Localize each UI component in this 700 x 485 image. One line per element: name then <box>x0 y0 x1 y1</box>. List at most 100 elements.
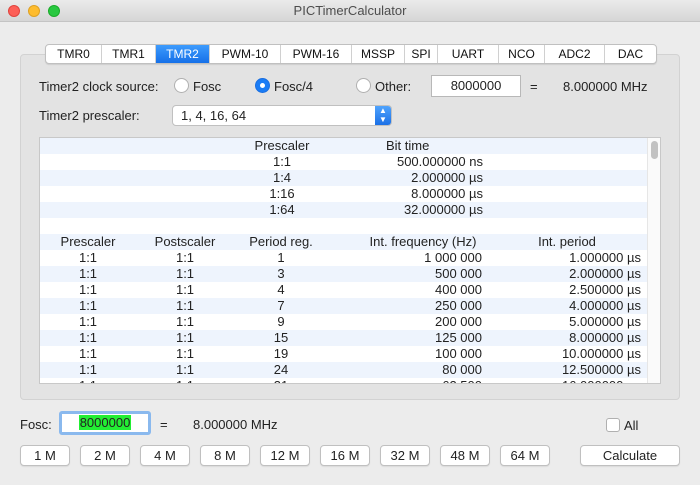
table-cell: 62 500 <box>442 378 482 383</box>
column-header: Postscaler <box>154 234 216 249</box>
table-cell: 1:1 <box>176 378 194 383</box>
table-cell: 1:1 <box>78 362 98 377</box>
table-cell: 12.500000 µs <box>561 362 641 377</box>
radio-other-label: Other: <box>375 79 412 94</box>
fosc-label: Fosc: <box>20 417 52 432</box>
table-cell: 19 <box>273 346 289 361</box>
fosc-input[interactable]: 8000000 <box>59 411 151 435</box>
tab-mssp[interactable]: MSSP <box>352 45 405 63</box>
table-row <box>40 218 648 234</box>
preset-button-16m[interactable]: 16 M <box>320 445 370 466</box>
table-cell: 3 <box>277 266 285 281</box>
table-cell: 1 000 000 <box>424 250 482 265</box>
table-cell: 1:1 <box>175 282 195 297</box>
preset-button-2m[interactable]: 2 M <box>80 445 130 466</box>
table-cell: 1.000000 µs <box>569 250 641 265</box>
table-cell: 1:1 <box>175 250 195 265</box>
table-cell: 4.000000 µs <box>569 298 641 313</box>
prescaler-label: Timer2 prescaler: <box>39 108 140 123</box>
tab-pwm-10[interactable]: PWM-10 <box>210 45 281 63</box>
table-row: 1:1 1:1 7 250 000 4.000000 µs <box>40 298 648 314</box>
tab-spi[interactable]: SPI <box>405 45 438 63</box>
fosc-value: 8000000 <box>78 415 132 430</box>
table-row: 1:1 1:1 1 1 000 000 1.000000 µs <box>40 250 648 266</box>
close-icon[interactable] <box>8 5 20 17</box>
table-cell: 16.000000 µs <box>562 378 641 383</box>
table-row: 1:1 1:1 15 125 000 8.000000 µs <box>40 330 648 346</box>
preset-button-8m[interactable]: 8 M <box>200 445 250 466</box>
table-cell: 1:1 <box>78 250 98 265</box>
table-cell: 5.000000 µs <box>569 314 641 329</box>
radio-other[interactable] <box>356 78 371 93</box>
table-row: 1:1 1:1 19 100 000 10.000000 µs <box>40 346 648 362</box>
preset-button-32m[interactable]: 32 M <box>380 445 430 466</box>
cell-bit-time: 2.000000 µs <box>411 170 483 185</box>
tab-tmr2[interactable]: TMR2 <box>156 45 210 63</box>
table-cell: 31 <box>274 378 288 383</box>
tab-dac[interactable]: DAC <box>605 45 656 63</box>
fosc-result: 8.000000 MHz <box>193 417 278 432</box>
tab-tmr0[interactable]: TMR0 <box>46 45 102 63</box>
preset-button-64m[interactable]: 64 M <box>500 445 550 466</box>
table-row: 1:4 2.000000 µs <box>40 170 648 186</box>
table-cell: 1:1 <box>78 314 98 329</box>
prescaler-value: 1, 4, 16, 64 <box>181 108 247 123</box>
table-cell: 80 000 <box>442 362 482 377</box>
clock-result: 8.000000 MHz <box>563 79 648 94</box>
tab-adc2[interactable]: ADC2 <box>545 45 605 63</box>
tab-bar: TMR0 TMR1 TMR2 PWM-10 PWM-16 MSSP SPI UART NCO AD… <box>45 44 657 64</box>
table-row: 1:1 1:1 9 200 000 5.000000 µs <box>40 314 648 330</box>
column-header: Period reg. <box>249 234 313 249</box>
preset-button-48m[interactable]: 48 M <box>440 445 490 466</box>
preset-button-12m[interactable]: 12 M <box>260 445 310 466</box>
table-cell: 9 <box>277 314 285 329</box>
scrollbar-thumb[interactable] <box>651 141 658 159</box>
table-row: 1:1 1:1 3 500 000 2.000000 µs <box>40 266 648 282</box>
table-row: 1:64 32.000000 µs <box>40 202 648 218</box>
table-cell: 8.000000 µs <box>569 330 641 345</box>
minimize-icon[interactable] <box>28 5 40 17</box>
results-table: 1:11:13162 50016.000000 µs1:11:12480 000… <box>39 137 661 384</box>
table-cell: 250 000 <box>435 298 482 313</box>
tab-tmr1[interactable]: TMR1 <box>102 45 156 63</box>
table-cell: 1:1 <box>175 298 195 313</box>
all-checkbox[interactable] <box>606 418 620 432</box>
tab-pwm-16[interactable]: PWM-16 <box>281 45 352 63</box>
equals-sign: = <box>530 79 538 94</box>
table-cell: 2.500000 µs <box>569 282 641 297</box>
radio-fosc-label: Fosc <box>193 79 222 94</box>
radio-fosc[interactable] <box>174 78 189 93</box>
radio-fosc4[interactable] <box>255 78 270 93</box>
calculate-button[interactable]: Calculate <box>580 445 680 466</box>
table-cell: 1:1 <box>78 330 98 345</box>
table-cell: 200 000 <box>435 314 482 329</box>
tab-nco[interactable]: NCO <box>499 45 545 63</box>
table-cell: 500 000 <box>435 266 482 281</box>
title-bar: PICTimerCalculator <box>0 0 700 22</box>
chevron-updown-icon: ▲ ▼ <box>375 106 391 125</box>
table-cell: 1:1 <box>78 346 98 361</box>
other-frequency-input[interactable]: 8000000 <box>431 75 521 97</box>
table-cell: 1:1 <box>175 362 195 377</box>
preset-button-1m[interactable]: 1 M <box>20 445 70 466</box>
cell-prescaler: 1:16 <box>269 186 295 201</box>
table-cell: 1:1 <box>78 266 98 281</box>
prescaler-select[interactable]: 1, 4, 16, 64 ▲ ▼ <box>172 105 392 126</box>
all-label: All <box>624 418 639 433</box>
column-header: Bit time <box>386 138 430 153</box>
table-row: Prescaler Postscaler Period reg. Int. frequ… <box>40 234 648 250</box>
radio-fosc4-label: Fosc/4 <box>274 79 314 94</box>
zoom-icon[interactable] <box>48 5 60 17</box>
table-cell: 100 000 <box>435 346 482 361</box>
table-row: 1:1 1:1 24 80 000 12.500000 µs <box>40 362 648 378</box>
table-row: 1:16 8.000000 µs <box>40 186 648 202</box>
column-header: Prescaler <box>254 138 310 153</box>
tab-uart[interactable]: UART <box>438 45 499 63</box>
table-row: 1:1 1:1 4 400 000 2.500000 µs <box>40 282 648 298</box>
preset-button-4m[interactable]: 4 M <box>140 445 190 466</box>
table-cell: 1:1 <box>175 314 195 329</box>
table-cell: 1:1 <box>78 282 98 297</box>
cell-bit-time: 500.000000 ns <box>396 154 483 169</box>
scrollbar[interactable] <box>647 138 660 383</box>
table-cell: 1:1 <box>175 330 195 345</box>
